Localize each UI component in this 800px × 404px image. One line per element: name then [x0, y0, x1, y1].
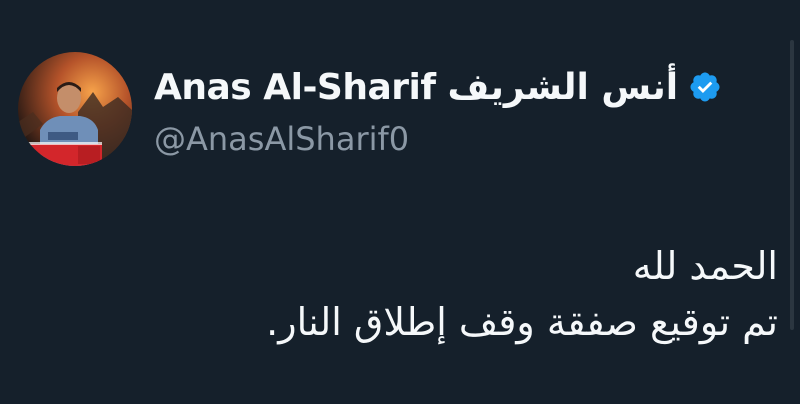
tweet-card: Anas Al-Sharif أنس الشريف @AnasAlSharif0… [0, 0, 800, 404]
display-name[interactable]: Anas Al-Sharif أنس الشريف [154, 67, 679, 108]
tweet-text-line: الحمد لله [632, 244, 778, 288]
tweet-body: الحمد لله تم توقيع صفقة وقف إطلاق النار. [266, 238, 778, 350]
name-row: Anas Al-Sharif أنس الشريف [154, 60, 760, 114]
scrollbar[interactable] [790, 40, 794, 330]
tweet-header: Anas Al-Sharif أنس الشريف @AnasAlSharif0 [154, 60, 760, 158]
tweet-text-line: تم توقيع صفقة وقف إطلاق النار. [266, 300, 778, 344]
verified-badge-icon [688, 70, 722, 104]
user-handle[interactable]: @AnasAlSharif0 [154, 120, 760, 158]
avatar[interactable] [18, 52, 132, 166]
